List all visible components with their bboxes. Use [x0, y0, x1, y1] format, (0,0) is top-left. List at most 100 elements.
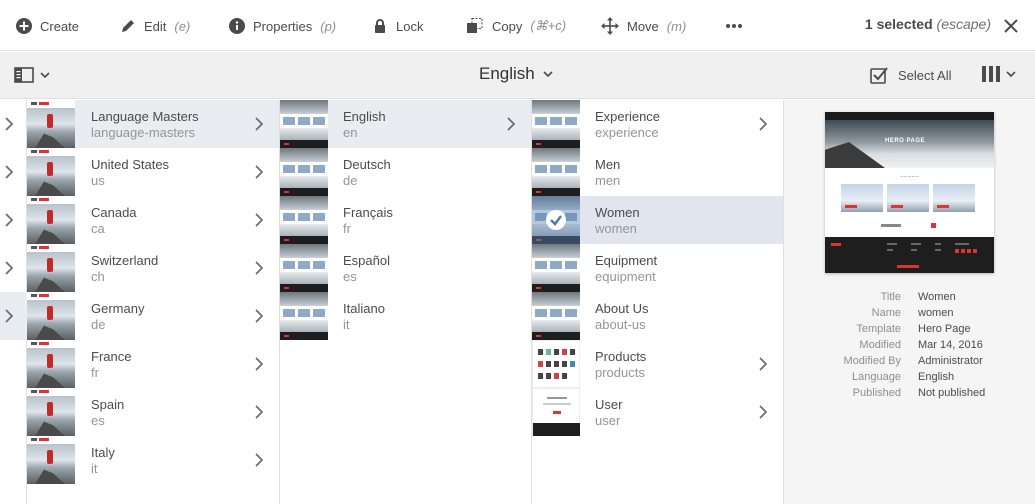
item-name: language-masters — [91, 125, 196, 140]
property-key: Modified — [859, 339, 901, 351]
list-item[interactable]: Deutsch de — [280, 148, 531, 196]
selection-count: 1 selected — [864, 16, 933, 32]
select-all-button[interactable]: Select All — [870, 66, 951, 84]
chevron-right-icon — [5, 261, 14, 275]
list-item[interactable]: User user — [532, 388, 783, 436]
list-item[interactable]: Spain es — [27, 388, 279, 436]
list-item-selected[interactable]: Women women — [532, 196, 783, 244]
item-name: de — [343, 173, 358, 188]
copy-button[interactable]: Copy (⌘+c) — [466, 15, 566, 37]
list-item[interactable]: France fr — [27, 340, 279, 388]
collapsed-row[interactable] — [0, 244, 27, 292]
property-key: Template — [856, 323, 901, 335]
collapsed-row[interactable] — [0, 292, 27, 340]
thumbnail — [27, 340, 75, 388]
chevron-right-icon — [759, 357, 768, 371]
column-languages: English en Deutsch de Français fr Español es… — [280, 100, 532, 504]
property-row: Language English — [784, 369, 1035, 385]
location-dropdown[interactable]: English — [479, 64, 553, 84]
item-title: User — [595, 397, 623, 412]
thumbnail — [27, 436, 75, 484]
item-name: fr — [343, 221, 351, 236]
chevron-right-icon — [255, 357, 264, 371]
list-item[interactable]: About Us about-us — [532, 292, 783, 340]
item-title: France — [91, 349, 132, 364]
page-preview-thumbnail: HERO PAGE — — — — — — [825, 112, 994, 273]
move-button[interactable]: Move (m) — [601, 15, 686, 37]
item-name: it — [91, 461, 98, 476]
list-item[interactable]: English en — [280, 100, 531, 148]
item-title: Men — [595, 157, 621, 172]
copy-label: Copy — [492, 18, 523, 34]
list-item[interactable]: Switzerland ch — [27, 244, 279, 292]
move-icon — [601, 17, 619, 35]
list-item[interactable]: Canada ca — [27, 196, 279, 244]
selection-info: 1 selected (escape) — [865, 16, 991, 32]
edit-label: Edit — [144, 18, 167, 34]
item-title: Products — [595, 349, 647, 364]
view-switcher[interactable] — [982, 66, 1016, 82]
info-circle-icon — [229, 18, 245, 34]
property-key: Language — [852, 371, 901, 383]
more-button[interactable] — [725, 15, 743, 37]
thumbnail — [27, 196, 75, 244]
list-item[interactable]: Germany de — [27, 292, 279, 340]
item-title: Language Masters — [91, 109, 199, 124]
list-item[interactable]: Products products — [532, 340, 783, 388]
create-button[interactable]: Create — [16, 15, 79, 37]
list-item[interactable]: Language Masters language-masters — [27, 100, 279, 148]
more-icon — [726, 24, 742, 28]
chevron-right-icon — [255, 261, 264, 275]
item-title: English — [343, 109, 386, 124]
list-item[interactable]: Español es — [280, 244, 531, 292]
list-item[interactable]: Men men — [532, 148, 783, 196]
thumbnail — [280, 100, 328, 148]
preview-panel: HERO PAGE — — — — — Title Women Name women… — [784, 100, 1035, 504]
column-view: Language Masters language-masters United … — [0, 100, 1035, 504]
item-title: Italiano — [343, 301, 385, 316]
item-title: Experience — [595, 109, 661, 124]
item-title: Deutsch — [343, 157, 391, 172]
move-shortcut: (m) — [666, 18, 687, 34]
item-name: about-us — [595, 317, 646, 332]
chevron-right-icon — [255, 117, 264, 131]
list-item[interactable]: Italiano it — [280, 292, 531, 340]
property-value: Mar 14, 2016 — [918, 339, 983, 351]
item-name: ch — [91, 269, 105, 284]
item-name: ca — [91, 221, 105, 236]
lock-button[interactable]: Lock — [372, 15, 423, 37]
collapsed-row[interactable] — [0, 148, 27, 196]
collapsed-row[interactable] — [0, 100, 27, 148]
list-item[interactable]: Equipment equipment — [532, 244, 783, 292]
list-item[interactable]: Italy it — [27, 436, 279, 484]
property-value: women — [918, 307, 954, 319]
item-name: de — [91, 317, 106, 332]
item-name: women — [595, 221, 637, 236]
item-name: es — [343, 269, 357, 284]
chevron-right-icon — [255, 165, 264, 179]
item-name: us — [91, 173, 105, 188]
list-item[interactable]: Experience experience — [532, 100, 783, 148]
chevron-right-icon — [759, 405, 768, 419]
item-title: Equipment — [595, 253, 658, 268]
properties-button[interactable]: Properties (p) — [229, 15, 336, 37]
thumbnail — [280, 292, 328, 340]
item-name: fr — [91, 365, 99, 380]
item-title: Germany — [91, 301, 145, 316]
chevron-right-icon — [255, 213, 264, 227]
list-item[interactable]: Français fr — [280, 196, 531, 244]
column-view-icon — [982, 66, 1000, 82]
view-toolbar: English Select All — [0, 52, 1035, 99]
property-value: Not published — [918, 387, 986, 399]
chevron-right-icon — [5, 117, 14, 131]
list-item[interactable]: United States us — [27, 148, 279, 196]
rail-toggle-button[interactable] — [14, 67, 50, 83]
close-selection-button[interactable] — [1001, 16, 1021, 36]
thumbnail — [532, 196, 580, 244]
collapsed-row[interactable] — [0, 196, 27, 244]
item-name: products — [595, 365, 645, 380]
thumbnail — [532, 148, 580, 196]
edit-button[interactable]: Edit (e) — [120, 15, 190, 37]
column-sites: Language Masters language-masters United … — [27, 100, 280, 504]
chevron-right-icon — [255, 453, 264, 467]
